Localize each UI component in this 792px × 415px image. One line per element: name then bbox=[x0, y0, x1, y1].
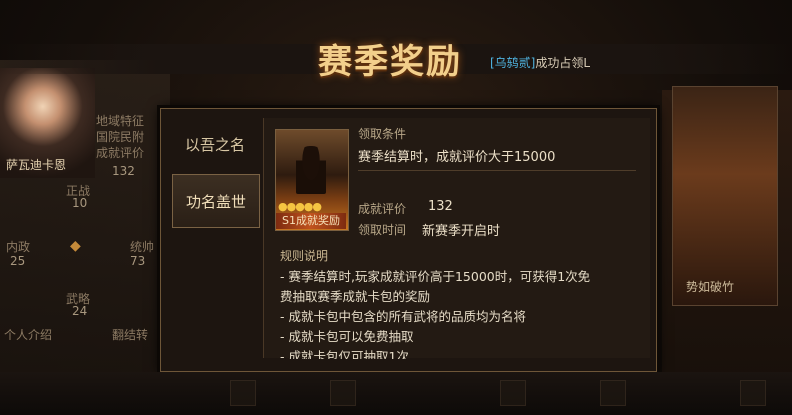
tab-gongminggaishi[interactable]: 功名盖世 bbox=[172, 174, 260, 228]
tab-label: 以吾之名 bbox=[184, 135, 245, 154]
bg-label-2: 国院民附 bbox=[96, 130, 145, 144]
nav-icon[interactable] bbox=[230, 380, 256, 406]
nav-icon[interactable] bbox=[740, 380, 766, 406]
condition-text: 赛季结算时，成就评价大于15000 bbox=[358, 150, 556, 165]
time-label: 领取时间 bbox=[358, 223, 407, 237]
stat-tong-value: 73 bbox=[130, 254, 146, 268]
rule-line-4: - 成就卡包可以免费抽取 bbox=[280, 329, 414, 344]
tab-label: 功名盖世 bbox=[185, 192, 246, 211]
general-silhouette bbox=[296, 146, 326, 194]
tab-yiwuzhiming[interactable]: 以吾之名 bbox=[172, 118, 258, 170]
bottom-nav-bg bbox=[0, 372, 792, 415]
notice-highlight: [乌鸫贰] bbox=[490, 56, 536, 70]
score-label: 成就评价 bbox=[358, 202, 407, 216]
reward-card-label: S1成就奖励 bbox=[276, 213, 346, 229]
coin-row-icon: ●●●●● bbox=[278, 200, 322, 213]
right-card-label: 势如破竹 bbox=[686, 280, 735, 294]
rules-title: 规则说明 bbox=[280, 249, 329, 263]
bg-label-1: 地域特征 bbox=[96, 114, 145, 128]
rule-line-1: - 赛季结算时,玩家成就评价高于15000时，可获得1次免 bbox=[280, 269, 591, 284]
stat-wu-value: 24 bbox=[72, 304, 88, 318]
stat-nei-label: 内政 bbox=[6, 240, 31, 254]
stat-nei-value: 25 bbox=[10, 254, 26, 268]
time-value: 新赛季开启时 bbox=[422, 224, 501, 239]
score-value: 132 bbox=[428, 199, 453, 214]
page-title: 赛季奖励 bbox=[318, 42, 462, 82]
notice-text: 成功占领L bbox=[535, 56, 591, 70]
nav-icon[interactable] bbox=[330, 380, 356, 406]
nav-icon[interactable] bbox=[600, 380, 626, 406]
condition-title: 领取条件 bbox=[358, 127, 407, 141]
scrolling-notice: [乌鸫贰]成功占领L bbox=[490, 54, 590, 71]
diamond-icon: ◆ bbox=[70, 238, 81, 254]
rule-line-2: 费抽取赛季成就卡包的奖励 bbox=[280, 289, 431, 304]
rule-line-3: - 成就卡包中包含的所有武将的品质均为名将 bbox=[280, 309, 526, 324]
bg-bottom-label-b: 翻结转 bbox=[112, 328, 149, 342]
right-skill-card bbox=[672, 86, 778, 306]
bg-label-3: 成就评价 bbox=[96, 146, 145, 160]
bg-achievement-value: 132 bbox=[112, 164, 135, 178]
stat-zheng-value: 10 bbox=[72, 196, 88, 210]
nav-icon[interactable] bbox=[500, 380, 526, 406]
stat-tong-label: 统帅 bbox=[130, 240, 155, 254]
divider bbox=[358, 170, 636, 171]
character-name: 萨瓦迪卡恩 bbox=[6, 158, 67, 172]
bg-bottom-label-a: 个人介绍 bbox=[4, 328, 53, 342]
